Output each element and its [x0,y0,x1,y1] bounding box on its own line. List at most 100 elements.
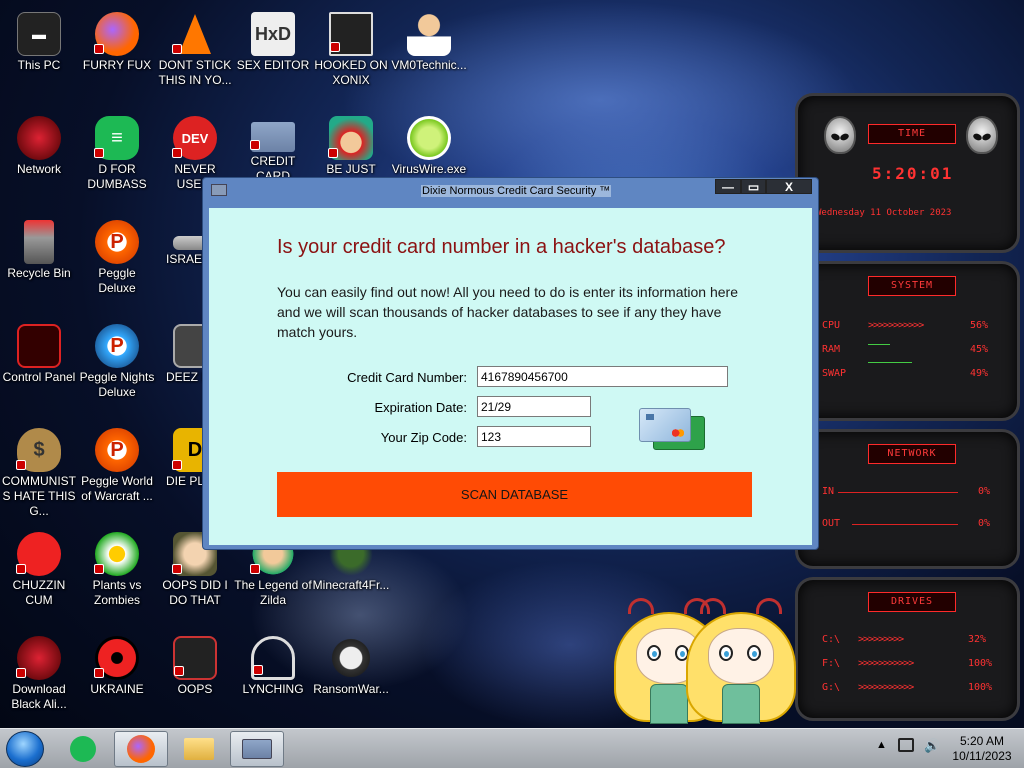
xonix-game-icon [329,12,373,56]
network-title: NETWORK [868,444,956,464]
desktop-icon-peggle-wow[interactable]: P Peggle World of Warcraft ... [78,422,156,504]
desktop-icon-label: SEX EDITOR [236,58,310,72]
desktop-icon-network[interactable]: Network [0,110,78,177]
system-clock[interactable]: 5:20 AM 10/11/2023 [950,734,1014,764]
desktop-icon-label: VM0Technic... [391,58,467,72]
close-button[interactable]: X [766,179,812,194]
network-tray-icon[interactable] [898,738,914,752]
window-content: Is your credit card number in a hacker's… [209,208,812,545]
page-heading: Is your credit card number in a hacker's… [277,236,726,258]
desktop-icon-label: The Legend of Zilda [234,578,312,607]
desktop-icon-communists[interactable]: $ COMMUNISTS HATE THIS G... [0,422,78,519]
desktop-icon-ukraine[interactable]: UKRAINE [78,630,156,697]
drive-c-value: 32% [968,634,987,645]
swap-value: 49% [970,368,989,379]
show-hidden-icons-button[interactable]: ▲ [876,739,887,751]
desktop-icon-label: OOPS DID I DO THAT [162,578,228,607]
hxd-editor-icon: HxD [251,12,295,56]
desktop-icon-label: Network [16,162,61,176]
star-butterfly-character [686,598,796,726]
desktop-icon-label: Peggle World of Warcraft ... [81,474,153,503]
credit-card-security-window: Dixie Normous Credit Card Security ™ — ▭… [202,177,819,550]
taskbar-chat-button[interactable] [56,731,110,767]
cpu-label: CPU [822,320,841,331]
system-monitor-widget: TIME 5:20:01 Wednesday 11 October 2023 S… [795,93,1020,721]
desktop-icon-recycle-bin[interactable]: Recycle Bin [0,214,78,281]
desktop-icon-this-pc[interactable]: ▬ This PC [0,6,78,73]
vlc-cone-icon [172,12,217,56]
zip-code-label: Your Zip Code: [380,430,467,445]
desktop-icon-sex-editor[interactable]: HxD SEX EDITOR [234,6,312,73]
desktop-icon-control-panel[interactable]: Control Panel [0,318,78,385]
net-in-label: IN [822,486,835,497]
expiration-label: Expiration Date: [374,400,468,415]
desktop-icon-label: Download Black Ali... [11,682,67,711]
desktop-icon-label: Control Panel [2,370,76,384]
desktop-icon-download-black-alien[interactable]: Download Black Ali... [0,630,78,712]
chat-bubble-icon: ≡ [94,116,139,160]
zip-code-input[interactable] [477,426,591,447]
card-number-input[interactable] [477,366,728,387]
time-title: TIME [868,124,956,144]
taskbar: ▲ 🔊 5:20 AM 10/11/2023 [0,728,1024,768]
desktop-icon-plants-vs-zombies[interactable]: Plants vs Zombies [78,526,156,608]
skull-icon [329,636,373,680]
desktop-icon-ransomware[interactable]: RansomWar... [312,630,390,697]
net-in-value: 0% [978,486,991,497]
desktop-icon-lynching[interactable]: LYNCHING [234,630,312,697]
desktop-icon-viruswire[interactable]: VirusWire.exe [390,110,468,177]
desktop-icon-d-for-dumbass[interactable]: ≡ D FOR DUMBASS [78,110,156,192]
desktop-icon-label: This PC [17,58,61,72]
maximize-button[interactable]: ▭ [741,179,766,194]
clock-date: 10/11/2023 [952,749,1012,763]
oops-icon [173,636,217,680]
desktop-icon-label: Recycle Bin [7,266,71,280]
firefox-icon [127,735,155,763]
drive-c-label: C:\ [822,634,841,645]
credit-cards-icon [639,408,711,458]
desktop-icon-label: FURRY FUX [82,58,152,72]
scan-database-button[interactable]: SCAN DATABASE [277,472,752,517]
drive-g-label: G:\ [822,682,841,693]
alien-icon [16,636,61,680]
cpu-value: 56% [970,320,989,331]
credit-card-icon [250,122,295,152]
minimize-button[interactable]: — [715,179,741,194]
desktop-icon-label: D FOR DUMBASS [87,162,147,191]
page-description: You can easily find out now! All you nee… [277,284,738,340]
desktop-icon-label: CHUZZIN CUM [12,578,66,607]
radiation-icon [94,636,139,680]
taskbar-credit-card-checker-button[interactable] [230,731,284,767]
desktop-icon-dont-stick[interactable]: DONT STICK THIS IN YO... [156,6,234,88]
volume-icon[interactable]: 🔊 [924,738,940,753]
taskbar-firefox-button[interactable] [114,731,168,767]
alien-head-icon [824,116,856,154]
desktop-icon-furry-fux[interactable]: FURRY FUX [78,6,156,73]
expiration-input[interactable] [477,396,591,417]
desktop-icon-chuzzin[interactable]: CHUZZIN CUM [0,526,78,608]
network-icon [17,116,61,160]
system-title: SYSTEM [868,276,956,296]
noose-icon [251,636,295,680]
drive-f-label: F:\ [822,658,841,669]
taskbar-explorer-button[interactable] [172,731,226,767]
folder-icon [184,738,214,760]
desktop-icon-peggle-deluxe[interactable]: P Peggle Deluxe [78,214,156,296]
window-titlebar[interactable]: Dixie Normous Credit Card Security ™ — ▭… [203,178,818,206]
flower-icon [94,532,139,576]
peggle-icon: P [95,220,139,264]
start-button[interactable] [6,731,44,767]
lime-icon [407,116,451,160]
desktop-icon-vm0technic[interactable]: VM0Technic... [390,6,468,73]
desktop-icon-hooked-on-xonix[interactable]: HOOKED ON XONIX [312,6,390,88]
ram-value: 45% [970,344,989,355]
drive-f-value: 100% [968,658,993,669]
desktop-icon-peggle-nights[interactable]: P Peggle Nights Deluxe [78,318,156,400]
desktop-icon-label: VirusWire.exe [391,162,467,176]
money-bag-icon: $ [16,428,61,472]
ram-label: RAM [822,344,841,355]
desktop-icon-label: Peggle Nights Deluxe [79,370,155,399]
desktop-icon-oops[interactable]: OOPS [156,630,234,697]
chat-bubble-icon [70,736,96,762]
desktop-icon-label: Minecraft4Fr... [312,578,390,592]
